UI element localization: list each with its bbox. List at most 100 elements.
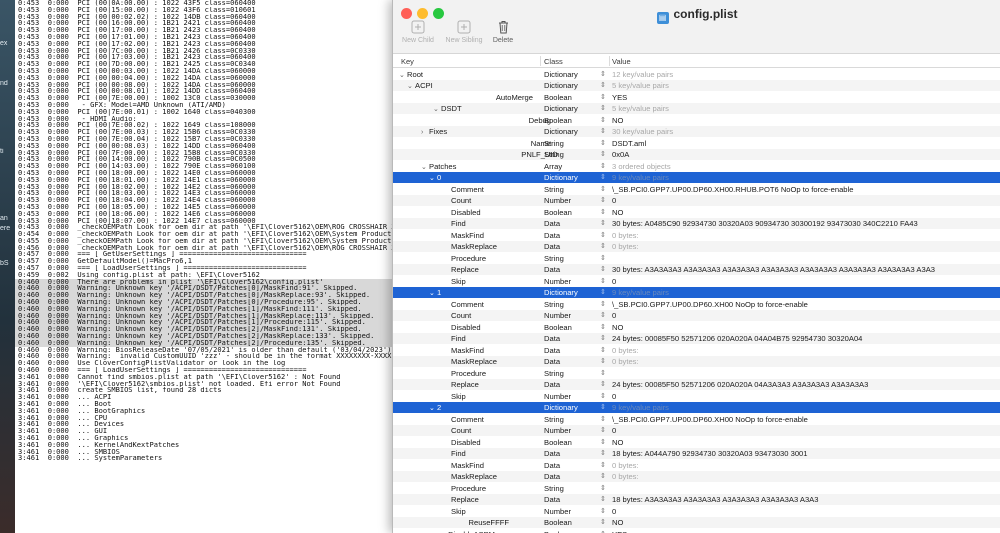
plist-class[interactable]: Boolean	[544, 116, 600, 125]
plist-row[interactable]: Disabled Boolean ⇕ NO	[393, 436, 1000, 448]
plist-row[interactable]: Count Number ⇕ 0	[393, 424, 1000, 436]
plist-value[interactable]: 30 key/value pairs	[612, 127, 999, 136]
plist-row[interactable]: Comment String ⇕ \_SB.PCI0.GPP7.UP00.DP60.X…	[393, 183, 1000, 195]
class-stepper-icon[interactable]: ⇕	[600, 219, 610, 227]
plist-row[interactable]: Procedure String ⇕	[393, 482, 1000, 494]
class-stepper-icon[interactable]: ⇕	[600, 173, 610, 181]
disclosure-expanded-icon[interactable]: ⌄	[407, 82, 415, 90]
plist-value[interactable]: \_SB.PCI0.GPP7.UP00.DP60.XH00 NoOp to fo…	[612, 415, 999, 424]
plist-row[interactable]: Find Data ⇕ 24 bytes: 00085F50 52571206 020…	[393, 332, 1000, 344]
plist-class[interactable]: Boolean	[544, 518, 600, 527]
plist-row[interactable]: ⌄ ACPI Dictionary ⇕ 5 key/value pairs	[393, 79, 1000, 91]
class-stepper-icon[interactable]: ⇕	[600, 81, 610, 89]
class-stepper-icon[interactable]: ⇕	[600, 449, 610, 457]
class-stepper-icon[interactable]: ⇕	[600, 461, 610, 469]
class-stepper-icon[interactable]: ⇕	[600, 438, 610, 446]
plist-class[interactable]: String	[544, 185, 600, 194]
plist-value[interactable]: 0	[612, 392, 999, 401]
plist-value[interactable]: 30 bytes: A0485C90 92934730 30320A03 909…	[612, 219, 999, 228]
class-stepper-icon[interactable]: ⇕	[600, 196, 610, 204]
class-stepper-icon[interactable]: ⇕	[600, 426, 610, 434]
plist-class[interactable]: String	[544, 300, 600, 309]
plist-value[interactable]: 18 bytes: A3A3A3A3 A3A3A3A3 A3A3A3A3 A3A…	[612, 495, 999, 504]
disclosure-expanded-icon[interactable]: ⌄	[433, 105, 441, 113]
plist-row[interactable]: Disabled Boolean ⇕ NO	[393, 321, 1000, 333]
plist-row[interactable]: ⌄ Root Dictionary ⇕ 12 key/value pairs	[393, 68, 1000, 80]
disclosure-expanded-icon[interactable]: ⌄	[429, 404, 437, 412]
plist-class[interactable]: Dictionary	[544, 70, 600, 79]
class-stepper-icon[interactable]: ⇕	[600, 242, 610, 250]
plist-value[interactable]: 0 bytes:	[612, 461, 999, 470]
plist-class[interactable]: Boolean	[544, 93, 600, 102]
plist-row[interactable]: ⌄ 0 Dictionary ⇕ 9 key/value pairs	[393, 171, 1000, 183]
plist-row[interactable]: PNLF_UID String ⇕ 0x0A	[393, 148, 1000, 160]
class-stepper-icon[interactable]: ⇕	[600, 231, 610, 239]
plist-class[interactable]: String	[544, 484, 600, 493]
plist-class[interactable]: Data	[544, 461, 600, 470]
class-stepper-icon[interactable]: ⇕	[600, 334, 610, 342]
plist-class[interactable]: Number	[544, 311, 600, 320]
class-stepper-icon[interactable]: ⇕	[600, 150, 610, 158]
plist-row[interactable]: Skip Number ⇕ 0	[393, 390, 1000, 402]
plist-value[interactable]: 24 bytes: 00085F50 52571206 020A020A 04A…	[612, 334, 999, 343]
plist-row[interactable]: MaskReplace Data ⇕ 0 bytes:	[393, 355, 1000, 367]
plist-class[interactable]: Number	[544, 196, 600, 205]
plist-row[interactable]: Replace Data ⇕ 30 bytes: A3A3A3A3 A3A3A3A3 …	[393, 263, 1000, 275]
class-stepper-icon[interactable]: ⇕	[600, 277, 610, 285]
class-stepper-icon[interactable]: ⇕	[600, 357, 610, 365]
plist-value[interactable]: YES	[612, 530, 999, 533]
class-stepper-icon[interactable]: ⇕	[600, 484, 610, 492]
plist-row[interactable]: MaskFind Data ⇕ 0 bytes:	[393, 229, 1000, 241]
class-stepper-icon[interactable]: ⇕	[600, 507, 610, 515]
plist-row[interactable]: DisableASPM Boolean⇕YES	[393, 528, 1000, 533]
plist-class[interactable]: Dictionary	[544, 127, 600, 136]
plist-class[interactable]: Data	[544, 346, 600, 355]
plist-class[interactable]: Data	[544, 219, 600, 228]
plist-value[interactable]: 0 bytes:	[612, 357, 999, 366]
class-column-header[interactable]: Class	[544, 57, 563, 66]
plist-row[interactable]: Debug Boolean ⇕ NO	[393, 114, 1000, 126]
plist-class[interactable]: Boolean	[544, 323, 600, 332]
plist-class[interactable]: Boolean	[544, 208, 600, 217]
class-stepper-icon[interactable]: ⇕	[600, 495, 610, 503]
key-column-header[interactable]: Key	[401, 57, 414, 66]
disclosure-expanded-icon[interactable]: ⌄	[429, 289, 437, 297]
plist-class[interactable]: Boolean	[544, 530, 600, 533]
plist-row[interactable]: Find Data ⇕ 30 bytes: A0485C90 92934730 303…	[393, 217, 1000, 229]
plist-value[interactable]: 0 bytes:	[612, 231, 999, 240]
plist-value[interactable]: 0	[612, 277, 999, 286]
class-stepper-icon[interactable]: ⇕	[600, 311, 610, 319]
plist-row[interactable]: Count Number ⇕ 0	[393, 194, 1000, 206]
plist-class[interactable]: Data	[544, 265, 600, 274]
class-stepper-icon[interactable]: ⇕	[600, 346, 610, 354]
class-stepper-icon[interactable]: ⇕	[600, 472, 610, 480]
plist-class[interactable]: String	[544, 415, 600, 424]
plist-class[interactable]: Number	[544, 426, 600, 435]
class-stepper-icon[interactable]: ⇕	[600, 392, 610, 400]
plist-value[interactable]: 30 bytes: A3A3A3A3 A3A3A3A3 A3A3A3A3 A3A…	[612, 265, 999, 274]
plist-class[interactable]: Dictionary	[544, 81, 600, 90]
plist-row[interactable]: ReuseFFFF Boolean ⇕ NO	[393, 516, 1000, 528]
plist-class[interactable]: Dictionary	[544, 104, 600, 113]
plist-class[interactable]: Number	[544, 277, 600, 286]
plist-class[interactable]: Dictionary	[544, 173, 600, 182]
class-stepper-icon[interactable]: ⇕	[600, 162, 610, 170]
plist-row[interactable]: Disabled Boolean ⇕ NO	[393, 206, 1000, 218]
plist-value[interactable]: 0 bytes:	[612, 472, 999, 481]
plist-class[interactable]: String	[544, 139, 600, 148]
class-stepper-icon[interactable]: ⇕	[600, 369, 610, 377]
plist-value[interactable]: 9 key/value pairs	[612, 403, 999, 412]
plist-row[interactable]: Skip Number ⇕ 0	[393, 275, 1000, 287]
plist-value[interactable]: 0 bytes:	[612, 346, 999, 355]
plist-row[interactable]: Find Data ⇕ 18 bytes: A044A790 92934730 303…	[393, 447, 1000, 459]
plist-value[interactable]: 0x0A	[612, 150, 999, 159]
plist-value[interactable]: NO	[612, 438, 999, 447]
plist-class[interactable]: String	[544, 369, 600, 378]
plist-value[interactable]: 0	[612, 507, 999, 516]
plist-value[interactable]: 0	[612, 426, 999, 435]
plist-row[interactable]: MaskReplace Data ⇕ 0 bytes:	[393, 470, 1000, 482]
class-stepper-icon[interactable]: ⇕	[600, 265, 610, 273]
plist-row[interactable]: MaskReplace Data ⇕ 0 bytes:	[393, 240, 1000, 252]
plist-class[interactable]: String	[544, 150, 600, 159]
disclosure-expanded-icon[interactable]: ⌄	[421, 163, 429, 171]
